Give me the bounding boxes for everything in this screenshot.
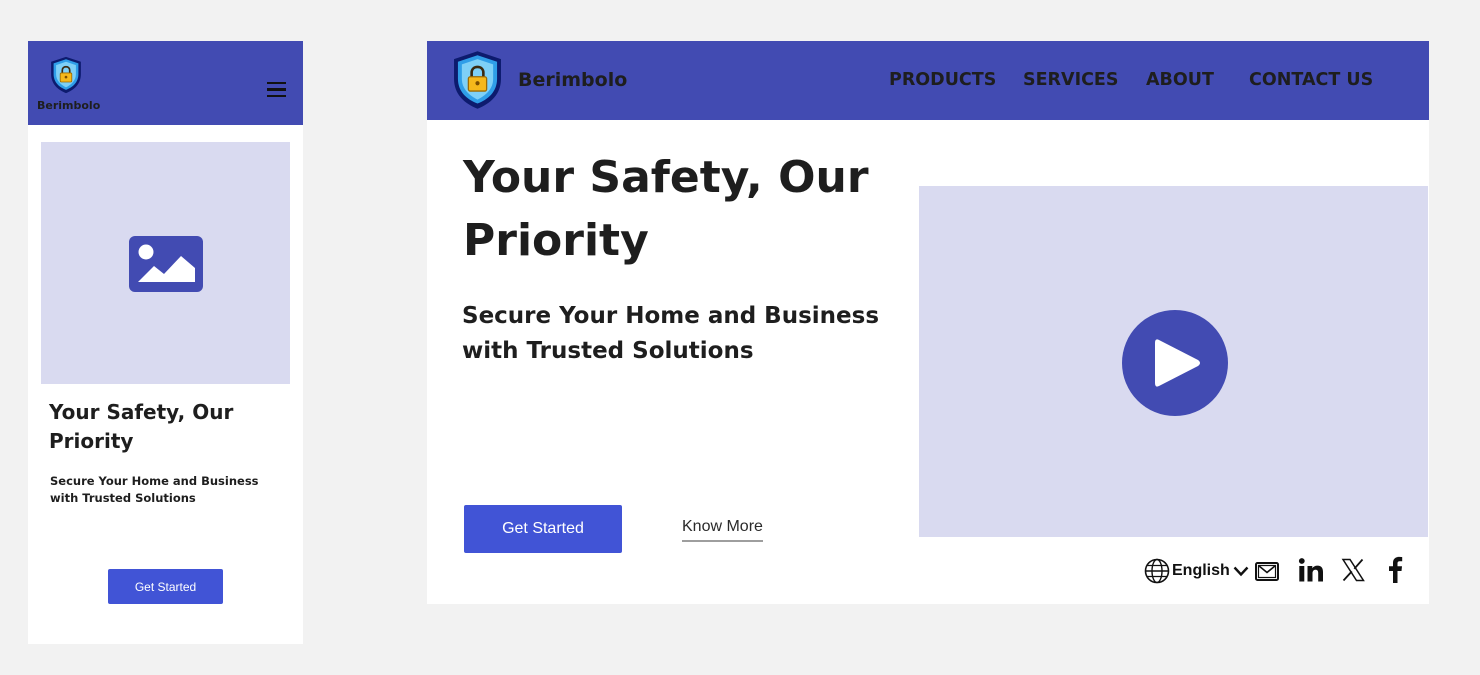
language-selector[interactable]: English xyxy=(1144,557,1249,585)
hero-image-placeholder xyxy=(41,142,290,384)
hero-subtitle: Secure Your Home and Business with Trust… xyxy=(50,474,259,505)
brand-name: Berimbolo xyxy=(518,69,628,91)
nav-services[interactable]: SERVICES xyxy=(1023,70,1119,90)
hero-title: Your Safety, Our Priority xyxy=(49,400,234,453)
play-icon[interactable] xyxy=(1122,310,1228,416)
hero-title: Your Safety, Our Priority xyxy=(463,152,869,266)
mobile-frame: Berimbolo Your Safety, Our Priority Secu… xyxy=(28,41,303,644)
facebook-icon[interactable] xyxy=(1387,556,1403,583)
hero-video-placeholder[interactable] xyxy=(919,186,1428,537)
chevron-down-icon xyxy=(1233,566,1249,577)
get-started-button[interactable]: Get Started xyxy=(108,569,223,604)
mail-icon[interactable] xyxy=(1255,562,1279,581)
hero-subtitle: Secure Your Home and Business with Trust… xyxy=(462,303,880,364)
mobile-header: Berimbolo xyxy=(28,41,303,125)
nav-about[interactable]: ABOUT xyxy=(1146,70,1214,90)
get-started-button[interactable]: Get Started xyxy=(464,505,622,553)
brand-name: Berimbolo xyxy=(37,99,101,112)
image-placeholder-icon xyxy=(129,236,203,292)
shield-lock-icon[interactable] xyxy=(451,50,504,110)
language-label: English xyxy=(1172,562,1230,579)
x-icon[interactable] xyxy=(1341,558,1365,582)
know-more-link[interactable]: Know More xyxy=(682,518,763,542)
desktop-header: Berimbolo PRODUCTS SERVICES ABOUT CONTAC… xyxy=(427,41,1429,120)
desktop-frame: Berimbolo PRODUCTS SERVICES ABOUT CONTAC… xyxy=(427,41,1429,604)
linkedin-icon[interactable] xyxy=(1298,557,1324,583)
globe-icon xyxy=(1144,558,1170,584)
hamburger-icon[interactable] xyxy=(267,82,287,99)
shield-lock-icon[interactable] xyxy=(49,56,83,94)
nav-products[interactable]: PRODUCTS xyxy=(889,70,996,90)
nav-contact-us[interactable]: CONTACT US xyxy=(1249,70,1373,90)
